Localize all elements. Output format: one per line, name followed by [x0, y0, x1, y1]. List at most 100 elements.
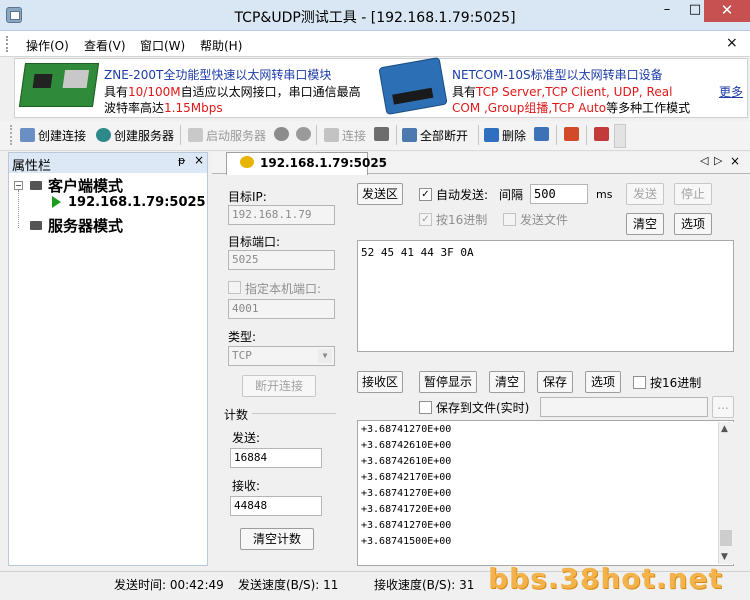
ad1-line2: 具有10/100M自适应以太网接口，串口通信最高: [104, 85, 361, 99]
ad1-title[interactable]: ZNE-200T全功能型快速以太网转串口模块: [104, 66, 331, 83]
recv-lines: +3.68741270E+00 +3.68742610E+00 +3.68742…: [361, 422, 451, 550]
delete-x-icon: [484, 128, 499, 142]
tab-session-label: 192.168.1.79:5025: [260, 156, 388, 170]
browse-button[interactable]: ...: [712, 396, 734, 418]
recv-hex-label: 按16进制: [650, 376, 702, 390]
local-port-checkbox[interactable]: [228, 281, 241, 294]
recv-clear-button[interactable]: 清空: [489, 371, 525, 393]
save-to-file-checkbox[interactable]: [419, 401, 432, 414]
recv-line: +3.68741500E+00: [361, 536, 452, 547]
scroll-thumb[interactable]: [720, 530, 732, 546]
send-clear-button[interactable]: 清空: [626, 213, 664, 235]
chevron-down-icon: ▼: [318, 349, 332, 363]
type-select[interactable]: TCP ▼: [228, 346, 335, 366]
start-server-icon: [188, 128, 203, 142]
recv-area-button[interactable]: 接收区: [357, 371, 403, 393]
target-ip-field[interactable]: 192.168.1.79: [228, 205, 335, 225]
stop-icon-button[interactable]: [296, 127, 314, 142]
pause-display-button[interactable]: 暂停显示: [419, 371, 477, 393]
toolbar-overflow-chevron-icon[interactable]: [614, 124, 626, 148]
auto-send-label: 自动发送:: [436, 188, 489, 202]
tree-collapse-icon[interactable]: −: [14, 181, 23, 190]
recv-line: +3.68741270E+00: [361, 424, 452, 435]
tool-button[interactable]: [594, 127, 612, 142]
save-button[interactable]: 保存: [537, 371, 573, 393]
menu-close-icon[interactable]: ×: [726, 35, 738, 51]
disconnect-all-button[interactable]: 全部断开: [402, 127, 468, 144]
property-panel-title: 属性栏: [12, 159, 52, 174]
send-content: 52 45 41 44 3F 0A: [361, 246, 474, 259]
menu-operate[interactable]: 操作(O): [26, 37, 69, 54]
interval-field[interactable]: 500: [530, 184, 588, 204]
ad2-title[interactable]: NETCOM-10S标准型以太网转串口设备: [452, 66, 663, 83]
record-button[interactable]: [564, 127, 582, 142]
status-recv-speed: 接收速度(B/S): 31: [374, 578, 475, 592]
stop-button[interactable]: 停止: [674, 183, 712, 205]
type-label: 类型:: [228, 330, 257, 344]
recv-count-field[interactable]: 44848: [230, 496, 322, 516]
disconnect-icon-button[interactable]: [374, 127, 392, 142]
send-file-checkbox[interactable]: [503, 213, 516, 226]
local-port-field[interactable]: 4001: [228, 299, 335, 319]
recv-hex-checkbox[interactable]: [633, 376, 646, 389]
connect-button[interactable]: 连接: [324, 127, 366, 144]
send-hex-checkbox[interactable]: ✓: [419, 213, 432, 226]
count-label: 计数: [224, 408, 249, 422]
close-button[interactable]: ✕: [704, 0, 750, 22]
tree-line: [18, 190, 19, 228]
toolbar-separator: [478, 125, 479, 145]
tree-client-mode[interactable]: 客户端模式: [48, 175, 123, 196]
tool-icon: [594, 127, 609, 141]
tab-close-icon[interactable]: ×: [730, 154, 740, 168]
send-options-button[interactable]: 选项: [674, 213, 712, 235]
interval-unit: ms: [596, 188, 613, 201]
record-icon: [564, 127, 579, 141]
tree-client-item[interactable]: 192.168.1.79:5025: [68, 195, 206, 210]
start-server-button[interactable]: 启动服务器: [188, 127, 266, 144]
tab-next-icon[interactable]: ▷: [714, 154, 722, 167]
send-area-button[interactable]: 发送区: [357, 183, 403, 205]
menu-grip: [6, 36, 9, 52]
connected-arrow-icon: [52, 196, 61, 208]
delete-button[interactable]: 删除: [484, 127, 526, 144]
menu-help[interactable]: 帮助(H): [200, 37, 242, 54]
ad2-line2: 具有TCP Server,TCP Client, UDP, Real: [452, 85, 673, 99]
ad1-line3: 波特率高达1.15Mbps: [104, 101, 223, 115]
target-port-field[interactable]: 5025: [228, 250, 335, 270]
window-title: TCP&UDP测试工具 - [192.168.1.79:5025]: [234, 10, 516, 26]
status-send-time: 发送时间: 00:42:49: [114, 578, 224, 592]
disconnect-button[interactable]: 断开连接: [242, 375, 316, 397]
menu-window[interactable]: 窗口(W): [140, 37, 185, 54]
recv-line: +3.68741270E+00: [361, 520, 452, 531]
scroll-up-icon[interactable]: ▲: [721, 424, 728, 434]
toolbar-separator: [396, 125, 397, 145]
menu-view[interactable]: 查看(V): [84, 37, 126, 54]
save-file-path-field[interactable]: [540, 397, 708, 417]
send-count-field[interactable]: 16884: [230, 448, 322, 468]
minimize-button[interactable]: –: [652, 0, 682, 22]
auto-send-checkbox[interactable]: ✓: [419, 188, 432, 201]
tree-server-mode[interactable]: 服务器模式: [48, 215, 123, 236]
settings-button[interactable]: [534, 127, 552, 142]
scroll-down-icon[interactable]: ▼: [721, 552, 728, 562]
target-port-label: 目标端口:: [228, 235, 281, 249]
target-ip-label: 目标IP:: [228, 190, 267, 204]
network-icon: [274, 127, 289, 141]
local-port-label: 指定本机端口:: [245, 282, 322, 296]
recv-line: +3.68742170E+00: [361, 472, 452, 483]
create-server-button[interactable]: 创建服务器: [96, 127, 174, 144]
pin-icon[interactable]: ᵽ: [178, 154, 185, 167]
toolbar-separator: [556, 125, 557, 145]
panel-close-icon[interactable]: ×: [194, 153, 204, 167]
create-connection-button[interactable]: 创建连接: [20, 127, 86, 144]
recv-line: +3.68741270E+00: [361, 488, 452, 499]
send-button[interactable]: 发送: [626, 183, 664, 205]
tool-icon-button[interactable]: [274, 127, 292, 142]
server-globe-icon: [96, 128, 111, 142]
recv-options-button[interactable]: 选项: [585, 371, 621, 393]
tab-prev-icon[interactable]: ◁: [700, 154, 708, 167]
recv-line: +3.68742610E+00: [361, 456, 452, 467]
send-file-label: 发送文件: [520, 213, 569, 227]
more-link[interactable]: 更多: [719, 83, 743, 100]
clear-count-button[interactable]: 清空计数: [240, 528, 314, 550]
